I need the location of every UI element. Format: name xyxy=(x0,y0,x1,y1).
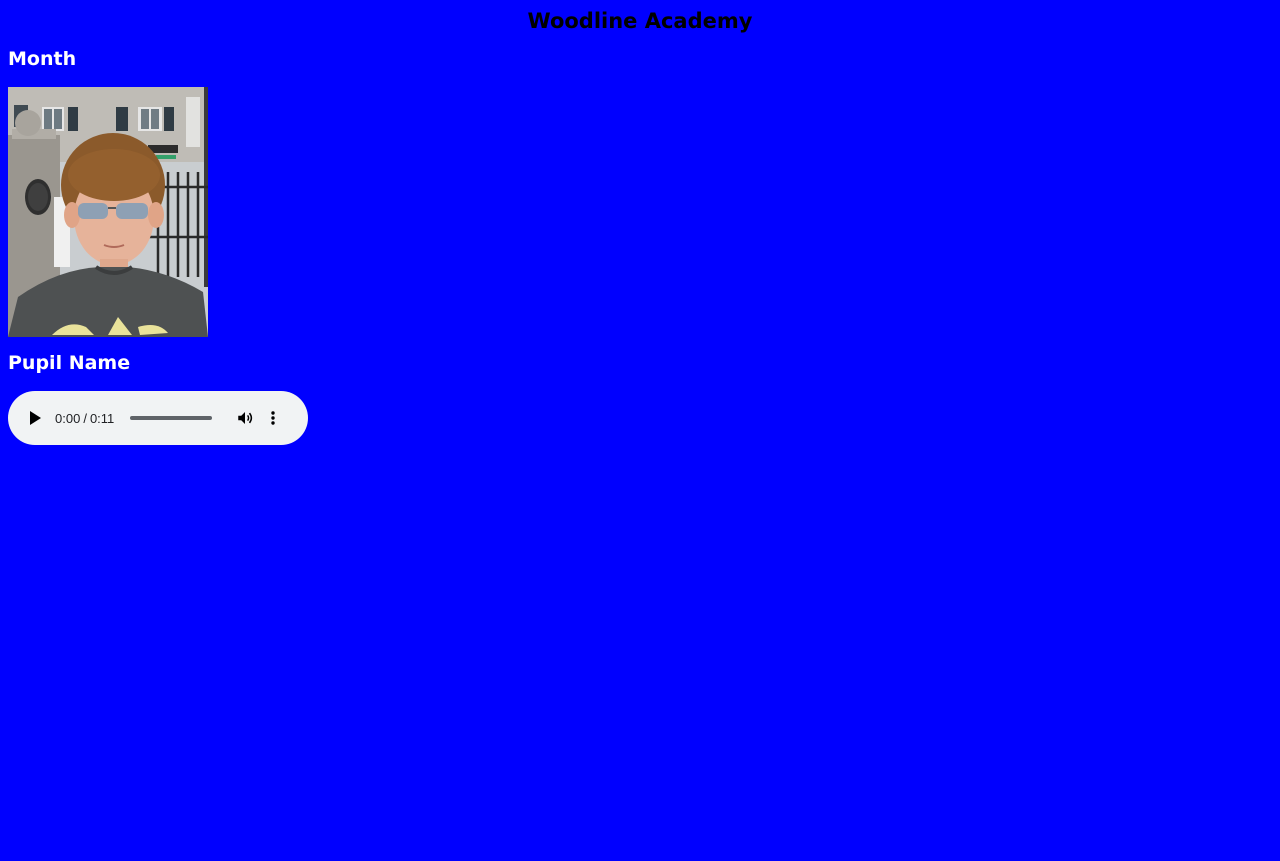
current-time: 0:00 xyxy=(55,410,81,426)
play-icon[interactable] xyxy=(26,409,44,427)
duration: 0:11 xyxy=(89,410,115,426)
audio-player: 0:00 / 0:11 xyxy=(8,391,308,445)
pupil-photo xyxy=(8,87,208,337)
more-options-icon[interactable] xyxy=(267,408,279,428)
pupil-name-heading: Pupil Name xyxy=(8,352,131,374)
time-display: 0:00 / 0:11 xyxy=(55,411,114,426)
time-separator: / xyxy=(83,410,87,426)
month-heading: Month xyxy=(8,48,77,70)
page-title: Woodline Academy xyxy=(527,9,753,33)
seek-slider[interactable] xyxy=(130,416,213,420)
volume-icon[interactable] xyxy=(235,408,255,428)
